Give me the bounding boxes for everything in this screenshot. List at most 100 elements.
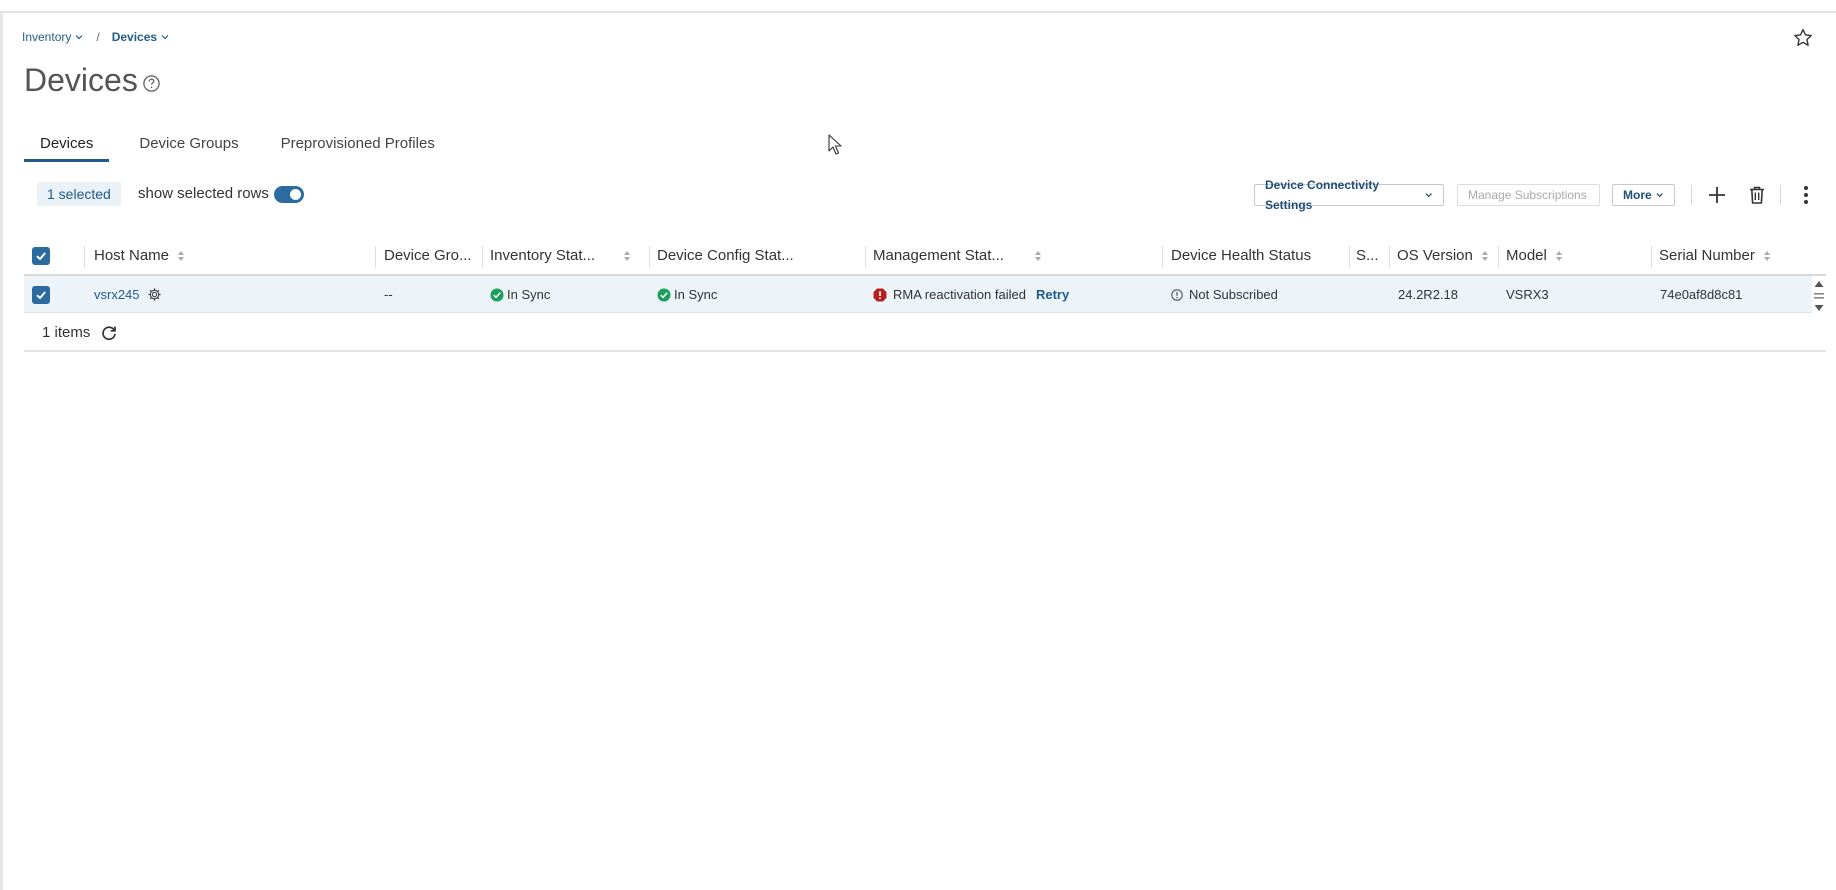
column-label: S... <box>1356 247 1379 264</box>
cell-device-group: -- <box>384 287 393 302</box>
checkmark-icon <box>36 252 46 261</box>
column-divider <box>84 246 85 268</box>
column-header-s[interactable]: S... <box>1356 242 1379 270</box>
info-circle-icon <box>1171 288 1183 301</box>
toggle-knob <box>290 189 301 200</box>
favorite-star-icon[interactable] <box>1792 27 1814 49</box>
gear-icon[interactable] <box>147 287 162 302</box>
row-checkbox[interactable] <box>32 276 50 313</box>
retry-link[interactable]: Retry <box>1036 287 1069 302</box>
cell-inventory-status: In Sync <box>490 276 550 313</box>
column-label: OS Version <box>1397 247 1473 264</box>
error-icon <box>873 288 887 301</box>
column-label: Device Gro... <box>384 247 472 264</box>
refresh-icon[interactable] <box>100 324 118 342</box>
column-header-health-status[interactable]: Device Health Status <box>1171 242 1311 270</box>
column-divider <box>649 246 650 268</box>
column-label: Model <box>1506 247 1547 264</box>
button-label: Device Connectivity Settings <box>1265 178 1380 212</box>
top-bar <box>0 0 1836 13</box>
items-count: 1 items <box>42 324 91 341</box>
breadcrumb-separator: / <box>96 30 100 44</box>
breadcrumb-label: Inventory <box>22 30 72 44</box>
breadcrumb-devices[interactable]: Devices <box>112 30 170 44</box>
breadcrumb-label: Devices <box>111 30 158 44</box>
column-label: Management Stat... <box>873 247 1004 264</box>
add-icon[interactable] <box>1705 183 1729 207</box>
mouse-cursor-icon <box>828 134 842 155</box>
sort-icon <box>1034 251 1041 261</box>
page-title: Devices <box>24 62 138 98</box>
column-divider <box>375 246 376 268</box>
cell-model: VSRX3 <box>1506 287 1549 302</box>
cell-health-status: Not Subscribed <box>1171 276 1278 313</box>
column-header-serial-number[interactable]: Serial Number <box>1659 242 1771 270</box>
breadcrumb: Inventory / Devices <box>22 30 170 44</box>
tab-device-groups[interactable]: Device Groups <box>123 132 254 162</box>
column-divider <box>1389 246 1390 268</box>
column-header-host-name[interactable]: Host Name <box>94 242 185 270</box>
column-label: Device Config Stat... <box>657 247 794 264</box>
chevron-down-icon <box>1425 193 1432 198</box>
column-label: Host Name <box>94 247 170 264</box>
column-header-config-status[interactable]: Device Config Stat... <box>657 242 794 270</box>
column-header-management-status[interactable]: Management Stat... <box>873 242 1042 270</box>
chevron-down-icon <box>161 35 169 40</box>
column-label: Inventory Stat... <box>490 247 596 264</box>
scrollbar-arrows[interactable] <box>1813 279 1825 313</box>
tab-bar: Devices Device Groups Preprovisioned Pro… <box>24 132 463 162</box>
sort-icon <box>624 251 631 261</box>
inventory-status-text: In Sync <box>507 287 551 302</box>
breadcrumb-inventory[interactable]: Inventory <box>22 30 84 44</box>
cell-config-status: In Sync <box>657 276 717 313</box>
cell-host-name: vsrx245 <box>94 276 162 313</box>
manage-subscriptions-button[interactable]: Manage Subscriptions <box>1457 184 1600 206</box>
tab-preprovisioned-profiles[interactable]: Preprovisioned Profiles <box>265 132 451 162</box>
cell-management-status: RMA reactivation failed Retry <box>873 276 1069 313</box>
check-circle-icon <box>490 288 504 301</box>
help-icon[interactable] <box>142 74 161 93</box>
column-header-device-group[interactable]: Device Gro... <box>384 242 472 270</box>
column-header-inventory-status[interactable]: Inventory Stat... <box>490 242 631 270</box>
table-row[interactable]: vsrx245 -- In Sync In Sync RMA reactivat… <box>24 276 1812 313</box>
health-status-text: Not Subscribed <box>1189 287 1278 302</box>
column-label: Serial Number <box>1659 247 1755 264</box>
sort-icon <box>1555 251 1562 261</box>
chevron-down-icon <box>75 35 83 40</box>
show-selected-label: show selected rows <box>138 185 269 202</box>
column-divider <box>482 246 483 268</box>
toolbar-divider <box>1691 185 1692 205</box>
column-divider <box>865 246 866 268</box>
check-circle-icon <box>657 288 671 301</box>
table-footer: 1 items <box>24 314 1826 352</box>
cell-os-version: 24.2R2.18 <box>1398 287 1458 302</box>
column-divider <box>1349 246 1350 268</box>
checkmark-icon <box>36 290 46 299</box>
sort-icon <box>1481 251 1488 261</box>
table-header: Host Name Device Gro... Inventory Stat..… <box>24 242 1826 276</box>
button-label: More <box>1623 188 1652 202</box>
column-header-model[interactable]: Model <box>1506 242 1563 270</box>
tab-devices[interactable]: Devices <box>24 132 110 162</box>
show-selected-toggle[interactable] <box>274 186 304 203</box>
trash-icon[interactable] <box>1745 183 1769 207</box>
management-status-text: RMA reactivation failed <box>893 287 1026 302</box>
kebab-menu-icon[interactable] <box>1794 183 1818 207</box>
column-header-os-version[interactable]: OS Version <box>1397 242 1489 270</box>
device-connectivity-settings-button[interactable]: Device Connectivity Settings <box>1254 178 1444 212</box>
chevron-down-icon <box>1656 193 1663 198</box>
config-status-text: In Sync <box>674 287 718 302</box>
sort-icon <box>1763 251 1770 261</box>
select-all-checkbox[interactable] <box>32 247 50 265</box>
column-divider <box>1498 246 1499 268</box>
left-border <box>0 13 3 890</box>
column-divider <box>1651 246 1652 268</box>
column-divider <box>1162 246 1163 268</box>
column-label: Device Health Status <box>1171 247 1312 264</box>
cell-serial-number: 74e0af8d8c81 <box>1660 287 1743 302</box>
host-name-link[interactable]: vsrx245 <box>94 287 140 302</box>
button-label: Manage Subscriptions <box>1468 188 1587 202</box>
toolbar-divider <box>1780 185 1781 205</box>
selected-count-badge: 1 selected <box>37 182 121 206</box>
more-button[interactable]: More <box>1612 184 1675 206</box>
